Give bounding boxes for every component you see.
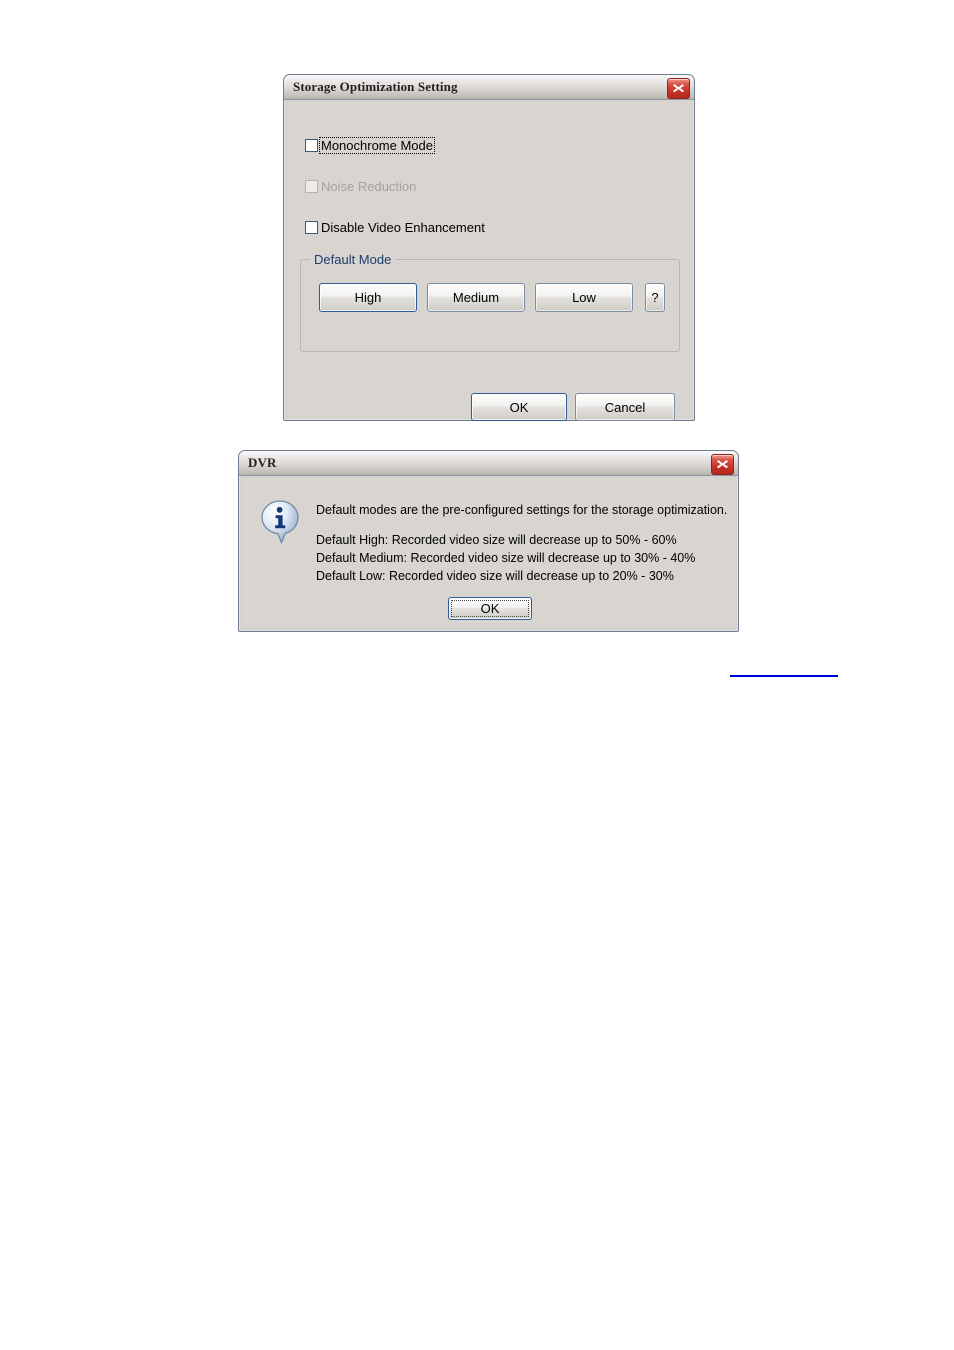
message-line-2: Default High: Recorded video size will d… [316,533,677,547]
default-mode-help-button[interactable]: ? [645,283,665,312]
default-mode-high-label: High [354,290,382,305]
default-mode-low-label: Low [572,290,596,305]
default-mode-groupbox: Default Mode High Medium Low ? [300,252,680,352]
storage-dialog-body: Monochrome Mode Noise Reduction Disable … [288,101,690,421]
checkbox-row-noise-reduction: Noise Reduction [305,178,418,195]
dvr-dialog-titlebar[interactable]: DVR [239,451,738,476]
close-icon[interactable] [667,78,690,99]
storage-dialog-title: Storage Optimization Setting [293,79,458,94]
message-line-1: Default modes are the pre-configured set… [316,503,728,517]
dvr-ok-button[interactable]: OK [448,597,532,620]
close-icon[interactable] [711,454,734,475]
default-mode-help-label: ? [651,290,659,305]
default-mode-high-button[interactable]: High [319,283,417,312]
dvr-ok-button-label: OK [480,601,500,616]
storage-optimization-dialog: Storage Optimization Setting Monochrome … [283,74,695,421]
ok-button-label: OK [509,399,529,415]
hyperlink-underline-rule[interactable] [730,675,838,677]
cancel-button-label: Cancel [604,399,646,415]
default-mode-group-title: Default Mode [310,252,396,267]
checkbox-label-disable-video-enhancement: Disable Video Enhancement [321,220,485,235]
cancel-button[interactable]: Cancel [575,393,675,421]
default-mode-medium-button[interactable]: Medium [427,283,525,312]
dvr-message-dialog: DVR Default modes are the pre-configured… [238,450,739,632]
checkbox-noise-reduction [305,180,318,193]
checkbox-row-disable-video-enhancement[interactable]: Disable Video Enhancement [305,219,487,236]
message-line-3: Default Medium: Recorded video size will… [316,551,696,565]
checkbox-label-noise-reduction: Noise Reduction [321,179,417,194]
checkbox-row-monochrome-mode[interactable]: Monochrome Mode [305,137,435,154]
checkbox-monochrome-mode[interactable] [305,139,318,152]
dvr-dialog-title: DVR [248,455,277,470]
ok-button[interactable]: OK [471,393,567,421]
dvr-dialog-body: Default modes are the pre-configured set… [243,477,734,627]
default-mode-low-button[interactable]: Low [535,283,633,312]
info-icon [260,500,300,545]
message-line-4: Default Low: Recorded video size will de… [316,569,674,583]
checkbox-disable-video-enhancement[interactable] [305,221,318,234]
checkbox-label-monochrome-mode: Monochrome Mode [319,137,435,154]
default-mode-medium-label: Medium [452,290,500,305]
storage-dialog-titlebar[interactable]: Storage Optimization Setting [284,75,694,100]
